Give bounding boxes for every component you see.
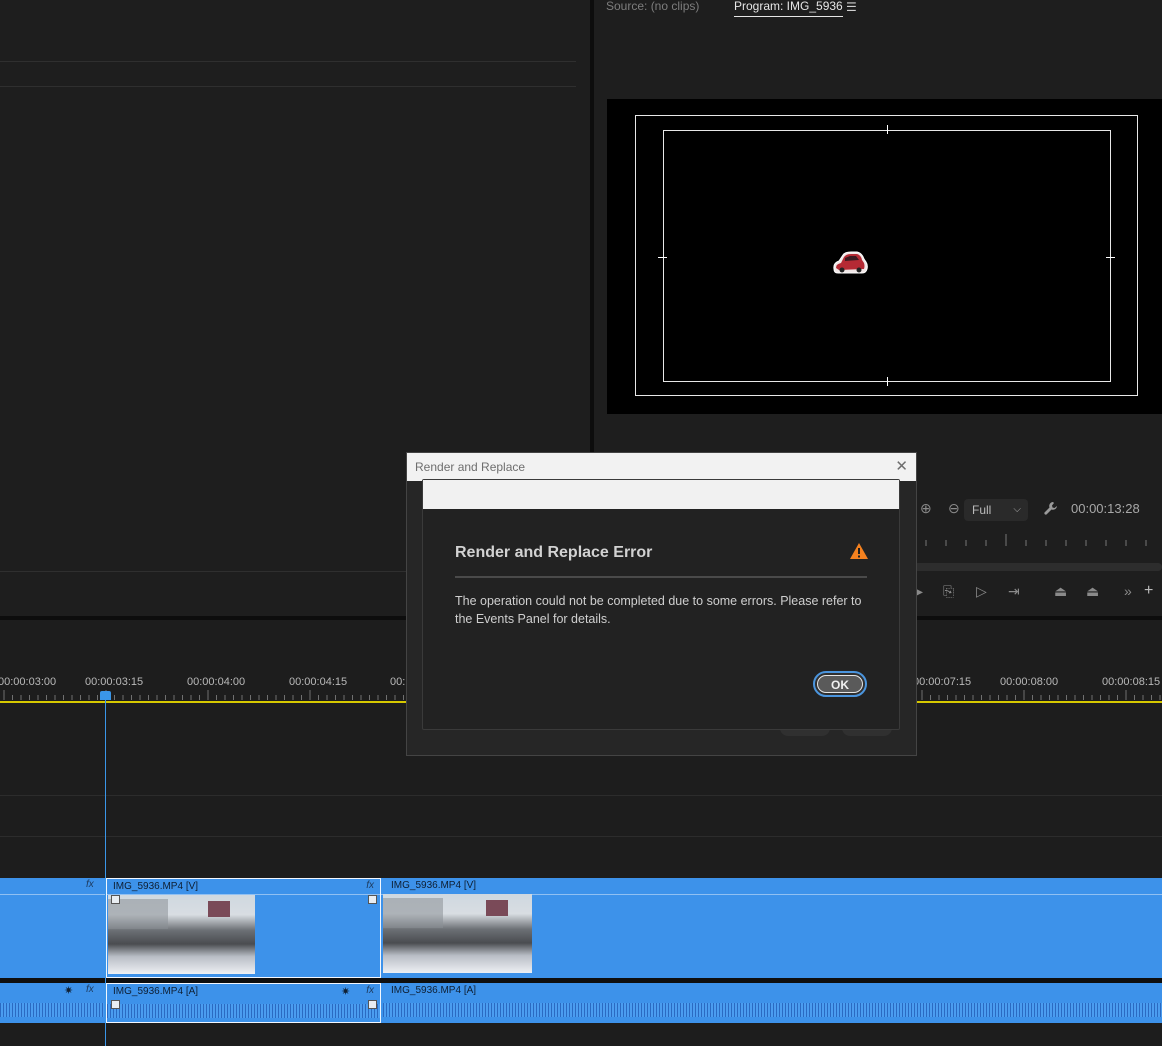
fx-badge[interactable]: fx [86,984,94,995]
more-controls-icon[interactable]: » [1124,583,1132,599]
dialog-titlebar[interactable]: Render and Replace ✕ [407,453,916,481]
resolution-value: Full [972,503,992,517]
keyframe-icon[interactable]: ✷ [341,985,350,998]
track-divider [0,836,1162,837]
step-back-icon[interactable]: ▸ [916,583,923,600]
clip-corner-handle[interactable] [111,1000,120,1009]
clip-label: IMG_5936.MP4 [V] [113,881,199,892]
clip-label: IMG_5936.MP4 [A] [113,986,199,997]
ruler-label: 00:00:04:15 [289,676,348,688]
divider [0,61,576,62]
export-frame-icon[interactable]: ⎘ [943,583,954,600]
error-dialog: Render and Replace Error The operation c… [422,479,900,730]
wrench-icon[interactable] [1043,501,1059,517]
fx-badge[interactable]: fx [366,985,374,996]
error-message: The operation could not be completed due… [455,594,862,626]
go-to-out-icon[interactable]: ⇥ [1008,583,1020,600]
tab-source[interactable]: Source: (no clips) [606,0,699,13]
ruler-label: 00: [390,676,406,688]
ruler-label: 00:00:04:00 [187,676,246,688]
tab-program[interactable]: Program: IMG_5936 [734,0,843,17]
program-transport-controls: ▸ ⎘ ▷ ⇥ ⏏ ⏏ » + [914,582,1162,601]
program-timecode[interactable]: 00:00:13:28 [1071,501,1140,516]
audio-waveform [107,1004,380,1018]
track-divider [0,795,1162,796]
fx-badge[interactable]: fx [366,880,374,891]
clip-corner-handle[interactable] [368,895,377,904]
fx-badge[interactable]: fx [86,879,94,890]
close-icon[interactable]: ✕ [895,457,908,475]
zoom-out-icon[interactable]: ⊖ [948,500,960,517]
add-button-icon[interactable]: + [1144,582,1153,600]
clip-thumbnail [383,894,532,973]
audio-waveform [0,1003,104,1017]
clip-corner-handle[interactable] [111,895,120,904]
program-mini-ruler[interactable] [914,534,1162,548]
resolution-select[interactable]: Full ⌵ [964,499,1028,521]
step-forward-icon[interactable]: ▷ [976,583,987,600]
extract-icon[interactable]: ⏏ [1086,583,1099,600]
warning-icon [850,543,868,559]
audio-clip[interactable]: IMG_5936.MP4 [A] [383,983,1162,1023]
safe-tick [1106,257,1115,258]
chevron-down-icon: ⌵ [1013,504,1021,515]
divider [455,576,867,578]
ok-button[interactable]: OK [813,671,867,697]
video-clip[interactable]: IMG_5936.MP4 [V] [383,878,1162,978]
clip-label: IMG_5936.MP4 [V] [391,880,477,891]
zoom-in-icon[interactable]: ⊕ [920,500,932,517]
clip-corner-handle[interactable] [368,1000,377,1009]
audio-track[interactable]: ✷ fx IMG_5936.MP4 [A] ✷ fx IMG_5936.MP4 … [0,983,1162,1023]
clip-label: IMG_5936.MP4 [A] [391,985,477,996]
ruler-label: 00:00:08:15 [1102,676,1161,688]
error-dialog-titlebar[interactable] [423,480,899,509]
program-controls-top: ⊕ ⊖ Full ⌵ 00:00:13:28 [914,498,1162,522]
keyframe-icon[interactable]: ✷ [64,984,73,997]
audio-waveform [383,1003,1162,1017]
safe-tick [887,125,888,134]
title-safe-guide [663,130,1111,382]
safe-tick [658,257,667,258]
divider [0,86,576,87]
car-graphic [833,251,868,274]
ruler-label: 00:00:07:15 [913,676,972,688]
video-clip[interactable]: IMG_5936.MP4 [V] fx [106,878,381,978]
video-track[interactable]: fx IMG_5936.MP4 [V] fx IMG_5936.MP4 [V] [0,878,1162,978]
error-heading: Render and Replace Error [455,544,653,561]
ruler-label: 00:00:03:15 [85,676,144,688]
program-viewer[interactable] [607,99,1162,414]
ruler-label: 00:00:08:00 [1000,676,1059,688]
audio-clip[interactable]: IMG_5936.MP4 [A] ✷ fx [106,983,381,1023]
program-zoom-scrollbar[interactable] [914,563,1162,571]
ruler-label: 00:00:03:00 [0,676,57,688]
dialog-title: Render and Replace [415,460,526,474]
lift-icon[interactable]: ⏏ [1054,583,1067,600]
safe-tick [887,377,888,386]
playhead-line[interactable] [105,692,106,1046]
ok-button-label: OK [817,675,863,693]
hamburger-icon[interactable]: ☰ [846,0,857,14]
clip-thumbnail [108,895,255,974]
